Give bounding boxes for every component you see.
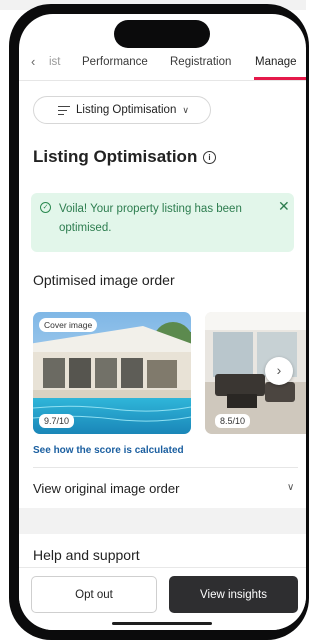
section-dropdown[interactable]: Listing Optimisation ∨ — [33, 96, 211, 124]
optimised-section-title: Optimised image order — [33, 272, 175, 288]
tab-list[interactable]: ist — [49, 56, 61, 68]
divider — [33, 467, 298, 468]
page-title: Listing Optimisation — [33, 147, 198, 166]
image-score: 8.5/10 — [215, 414, 251, 428]
view-original-order-row[interactable]: View original image order — [33, 481, 179, 496]
tab-manage[interactable]: Manage — [255, 56, 297, 68]
active-tab-indicator — [254, 77, 306, 80]
help-section-title: Help and support — [33, 547, 140, 563]
success-alert: ✓ Voila! Your property listing has been … — [31, 193, 294, 252]
tab-registration[interactable]: Registration — [170, 56, 231, 68]
phone-screen: ‹ ist Performance Registration Manage Li… — [19, 14, 306, 630]
dynamic-island — [114, 20, 210, 48]
alert-message: Voila! Your property listing has been op… — [59, 203, 242, 234]
chevron-down-icon: ∨ — [182, 104, 189, 115]
close-icon[interactable]: ✕ — [278, 198, 290, 215]
image-card-cover[interactable]: Cover image 9.7/10 — [33, 312, 191, 434]
cover-image-chip: Cover image — [39, 318, 98, 332]
dropdown-label: Listing Optimisation — [76, 104, 177, 116]
view-insights-button[interactable]: View insights — [169, 576, 298, 613]
home-indicator[interactable] — [112, 622, 212, 625]
info-icon[interactable]: i — [203, 151, 216, 164]
list-icon — [58, 105, 70, 116]
chevron-left-icon[interactable]: ‹ — [31, 54, 35, 69]
section-spacer — [19, 508, 306, 534]
check-circle-icon: ✓ — [40, 202, 51, 213]
chevron-down-icon[interactable]: ∨ — [287, 482, 294, 493]
opt-out-button[interactable]: Opt out — [31, 576, 157, 613]
tab-bar: ‹ ist Performance Registration Manage — [19, 52, 306, 81]
score-info-link[interactable]: See how the score is calculated — [33, 445, 184, 456]
chevron-right-icon[interactable]: › — [265, 357, 293, 385]
image-score: 9.7/10 — [39, 414, 75, 428]
tab-performance[interactable]: Performance — [82, 56, 148, 68]
bottom-action-bar: Opt out View insights — [19, 567, 306, 630]
